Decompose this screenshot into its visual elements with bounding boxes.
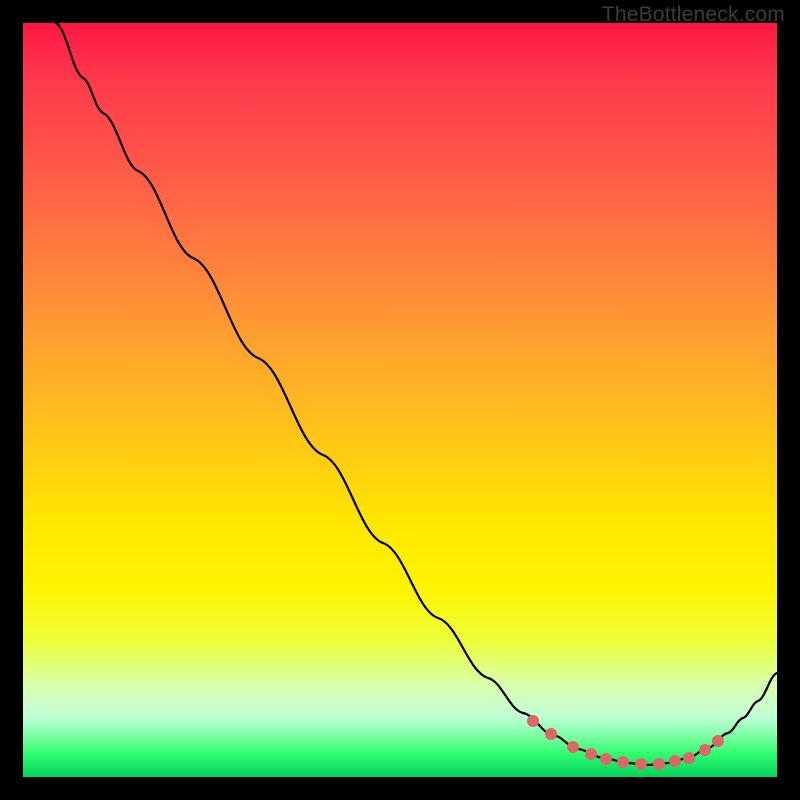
highlight-dot — [683, 752, 695, 764]
highlight-dot — [527, 715, 539, 727]
highlight-dot — [712, 735, 724, 747]
bottleneck-curve — [56, 23, 777, 765]
chart-stage: TheBottleneck.com — [0, 0, 800, 800]
curve-svg — [23, 23, 777, 777]
highlight-dot — [617, 756, 629, 768]
highlight-dot — [669, 755, 681, 767]
highlight-dot — [699, 744, 711, 756]
highlight-dot — [545, 728, 557, 740]
highlight-dot — [653, 758, 665, 770]
highlight-dot — [567, 741, 579, 753]
highlight-dot — [585, 748, 597, 760]
plot-area — [23, 23, 777, 777]
highlight-dot — [600, 753, 612, 765]
highlight-dot — [635, 758, 647, 770]
